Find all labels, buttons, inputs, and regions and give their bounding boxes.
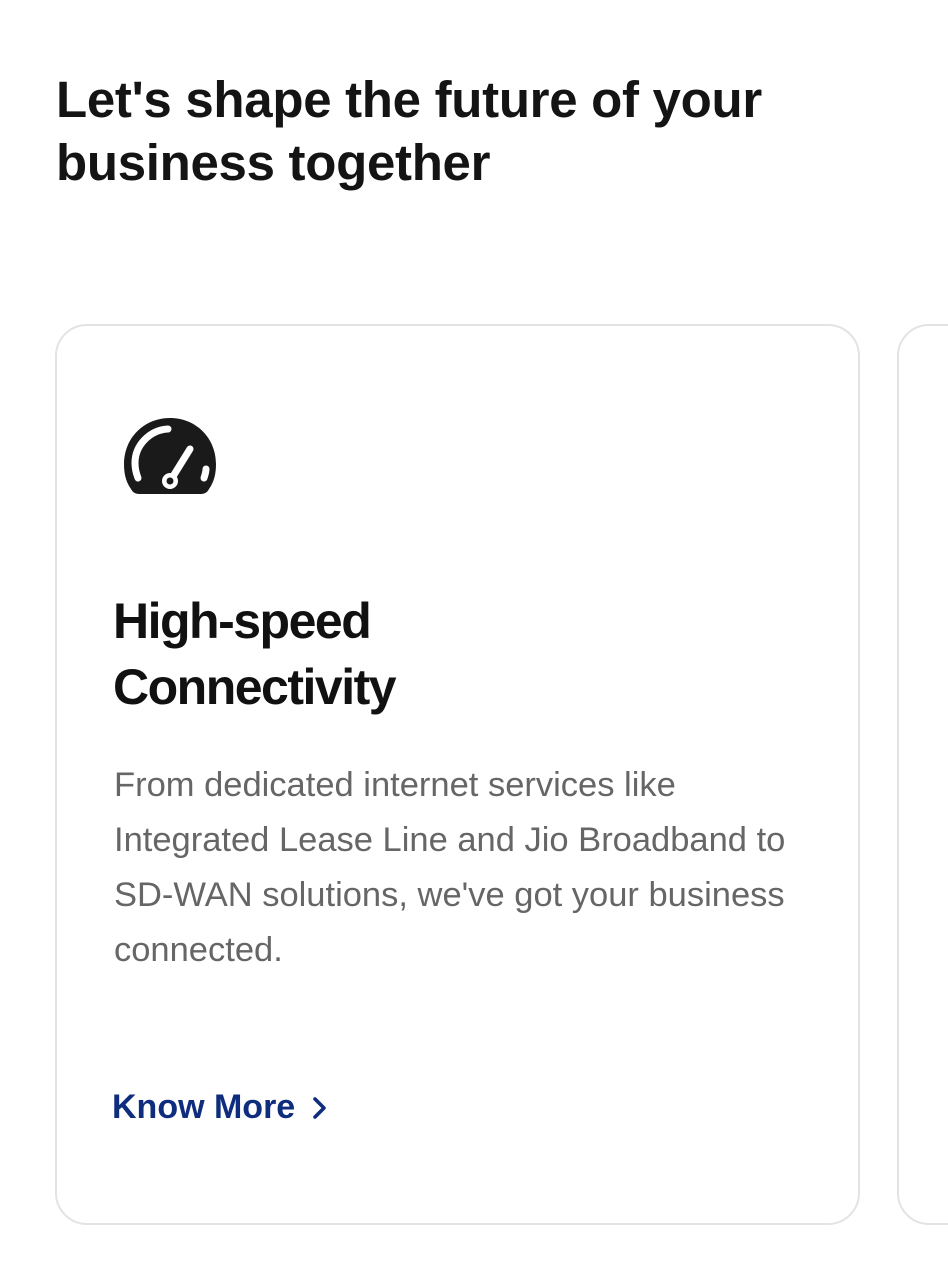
- card-title: High-speed Connectivity: [113, 588, 633, 720]
- card-title-line-1: High-speed: [113, 593, 372, 649]
- card-title-line-2: Connectivity: [113, 659, 397, 715]
- feature-card-connectivity[interactable]: High-speed Connectivity From dedicated i…: [55, 324, 860, 1225]
- card-description: From dedicated internet services like In…: [114, 766, 786, 969]
- chevron-right-icon: [313, 1096, 327, 1119]
- page: Let's shape the future of your business …: [0, 0, 948, 1280]
- know-more-label: Know More: [112, 1088, 296, 1126]
- know-more-link[interactable]: Know More: [112, 1088, 331, 1127]
- section-title: Let's shape the future of your business …: [56, 71, 762, 191]
- speedometer-icon: [124, 418, 216, 494]
- feature-carousel[interactable]: High-speed Connectivity From dedicated i…: [0, 324, 948, 1226]
- feature-card-next-peek[interactable]: [897, 324, 948, 1225]
